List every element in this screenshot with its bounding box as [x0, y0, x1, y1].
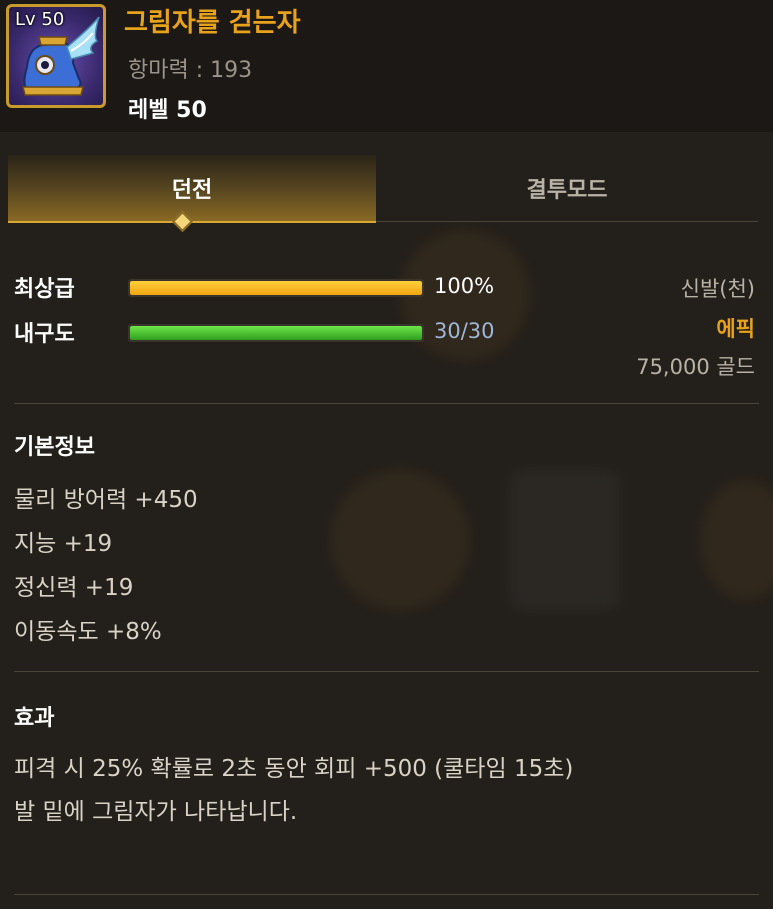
mode-tabs: 던전 결투모드 [8, 155, 758, 223]
basic-info-line: 물리 방어력 +450 [14, 487, 198, 513]
effect-title: 효과 [14, 706, 55, 731]
durability-value: 30/30 [434, 319, 495, 343]
tab-dungeon[interactable]: 던전 [8, 155, 376, 223]
basic-info-line: 이동속도 +8% [14, 619, 162, 645]
item-header: Lv 50 그림자를 걷는자 항마력 : 193 레벨 50 [0, 0, 773, 132]
basic-info-line: 정신력 +19 [14, 575, 134, 601]
item-price: 75,000 골드 [636, 355, 755, 379]
quality-bar [128, 279, 424, 297]
basic-info-line: 지능 +19 [14, 531, 113, 557]
item-magic-resist: 항마력 : 193 [128, 58, 253, 83]
durability-bar-fill [130, 326, 422, 340]
background-decoration [330, 470, 470, 610]
divider [14, 403, 759, 404]
item-name: 그림자를 걷는자 [124, 8, 301, 38]
quality-bar-fill [130, 281, 422, 295]
quality-value: 100% [434, 274, 495, 298]
item-icon-frame: Lv 50 [6, 4, 106, 108]
effect-line: 피격 시 25% 확률로 2초 동안 회피 +500 (쿨타임 15초) [14, 756, 574, 782]
item-required-level: 레벨 50 [128, 98, 207, 123]
durability-label: 내구도 [14, 322, 75, 347]
item-level-badge: Lv 50 [15, 9, 65, 30]
quality-label: 최상급 [14, 277, 75, 302]
effect-line: 발 밑에 그림자가 나타납니다. [14, 799, 298, 825]
background-decoration [700, 480, 773, 600]
divider [14, 671, 759, 672]
item-type: 신발(천) [680, 277, 755, 301]
background-decoration [510, 470, 620, 610]
basic-info-title: 기본정보 [14, 435, 95, 460]
item-rarity: 에픽 [716, 317, 755, 341]
divider [14, 894, 759, 895]
durability-bar [128, 324, 424, 342]
tab-duel-mode[interactable]: 결투모드 [376, 155, 758, 222]
